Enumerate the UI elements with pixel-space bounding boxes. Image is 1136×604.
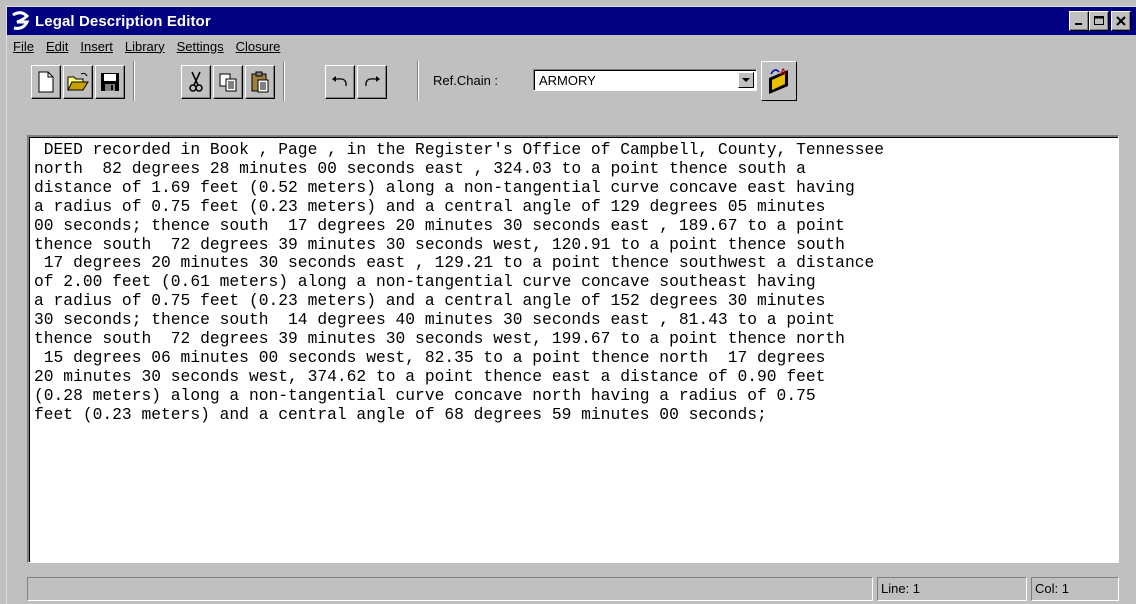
menu-edit[interactable]: Edit xyxy=(40,39,74,54)
text-line: distance of 1.69 feet (0.52 meters) alon… xyxy=(34,177,855,197)
minimize-icon xyxy=(1075,23,1082,25)
menu-file-label: File xyxy=(13,38,34,54)
text-line: a radius of 0.75 feet (0.23 meters) and … xyxy=(34,196,826,216)
menu-bar: File Edit Insert Library Settings Closur… xyxy=(7,35,1136,57)
menu-closure[interactable]: Closure xyxy=(230,39,287,54)
text-line: DEED recorded in Book , Page , in the Re… xyxy=(34,140,885,159)
refchain-value: ARMORY xyxy=(539,73,596,88)
status-message xyxy=(27,577,873,601)
new-document-button[interactable] xyxy=(31,65,61,99)
maximize-button[interactable] xyxy=(1089,11,1109,31)
window-title: Legal Description Editor xyxy=(35,12,211,30)
close-button[interactable] xyxy=(1111,11,1131,31)
menu-settings-label: Settings xyxy=(176,38,224,54)
text-line: (0.28 meters) along a non-tangential cur… xyxy=(34,385,816,405)
redo-button[interactable] xyxy=(357,65,387,99)
redo-icon xyxy=(365,76,380,87)
open-folder-icon xyxy=(67,72,89,91)
toolbar-separator xyxy=(133,61,135,101)
status-col: Col: 1 xyxy=(1031,577,1119,601)
text-line: 00 seconds; thence south 17 degrees 20 m… xyxy=(34,215,845,235)
legal-description-editor-window: Legal Description Editor File Edit Inser… xyxy=(6,6,1136,604)
save-icon xyxy=(101,73,119,91)
menu-insert[interactable]: Insert xyxy=(74,39,119,54)
text-line: 17 degrees 20 minutes 30 seconds east , … xyxy=(34,253,875,273)
paste-button[interactable] xyxy=(245,65,275,99)
status-line: Line: 1 xyxy=(877,577,1027,601)
menu-insert-label: Insert xyxy=(80,38,113,54)
toolbar: Ref.Chain : ARMORY A xyxy=(7,59,1136,109)
text-line: north 82 degrees 28 minutes 00 seconds e… xyxy=(34,158,806,178)
paste-icon xyxy=(251,71,269,93)
cut-button[interactable] xyxy=(181,65,211,99)
menu-library-label: Library xyxy=(124,38,165,54)
minimize-button[interactable] xyxy=(1069,11,1089,31)
text-line: of 2.00 feet (0.61 meters) along a non-t… xyxy=(34,272,816,292)
svg-text:A: A xyxy=(780,67,787,77)
menu-edit-label: Edit xyxy=(45,38,69,54)
menu-file[interactable]: File xyxy=(7,39,40,54)
text-line: 30 seconds; thence south 14 degrees 40 m… xyxy=(34,310,836,330)
toolbar-separator xyxy=(417,61,419,101)
text-line: a radius of 0.75 feet (0.23 meters) and … xyxy=(34,291,826,311)
edit-chain-icon: A xyxy=(769,67,788,94)
copy-icon xyxy=(219,73,237,92)
text-line: thence south 72 degrees 39 minutes 30 se… xyxy=(34,329,845,349)
save-button[interactable] xyxy=(95,65,125,99)
title-bar[interactable]: Legal Description Editor xyxy=(7,7,1136,35)
refchain-dropdown-button[interactable] xyxy=(738,72,754,88)
status-bar: Line: 1 Col: 1 xyxy=(27,577,1119,603)
menu-closure-label: Closure xyxy=(235,38,281,54)
menu-settings[interactable]: Settings xyxy=(171,39,230,54)
menu-library[interactable]: Library xyxy=(119,39,171,54)
text-line: thence south 72 degrees 39 minutes 30 se… xyxy=(34,234,845,254)
text-line: 20 minutes 30 seconds west, 374.62 to a … xyxy=(34,366,826,386)
open-button[interactable] xyxy=(63,65,93,99)
chevron-down-icon xyxy=(742,78,750,82)
text-line: 15 degrees 06 minutes 00 seconds west, 8… xyxy=(34,347,826,367)
close-icon xyxy=(1116,16,1126,26)
cut-icon xyxy=(189,71,203,92)
maximize-icon xyxy=(1094,16,1104,25)
copy-button[interactable] xyxy=(213,65,243,99)
app-logo-icon xyxy=(11,11,31,31)
toolbar-separator xyxy=(283,61,285,101)
refchain-label: Ref.Chain : xyxy=(433,73,499,88)
new-document-icon xyxy=(38,71,54,93)
text-line: feet (0.23 meters) and a central angle o… xyxy=(34,404,767,424)
undo-button[interactable] xyxy=(325,65,355,99)
undo-icon xyxy=(332,76,347,87)
edit-chain-button[interactable]: A xyxy=(761,61,797,101)
legal-description-text: DEED recorded in Book , Page , in the Re… xyxy=(29,137,1118,425)
legal-description-text-area[interactable]: DEED recorded in Book , Page , in the Re… xyxy=(27,135,1119,563)
refchain-select[interactable]: ARMORY xyxy=(533,69,757,91)
